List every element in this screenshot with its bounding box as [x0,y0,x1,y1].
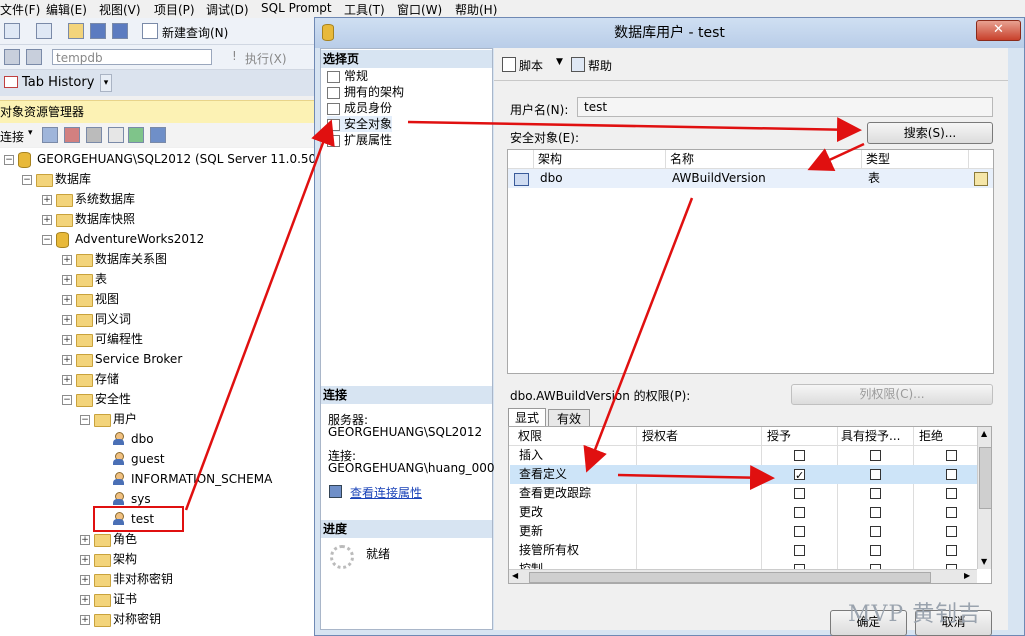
arrow-test-to-securables [184,119,335,511]
arrow-search-to-row [807,142,865,171]
arrow-row-to-permission [583,197,694,473]
arrow-securables-to-search [407,117,862,143]
arrow-permission-to-grant [617,465,775,491]
annotation-arrows [184,117,865,511]
